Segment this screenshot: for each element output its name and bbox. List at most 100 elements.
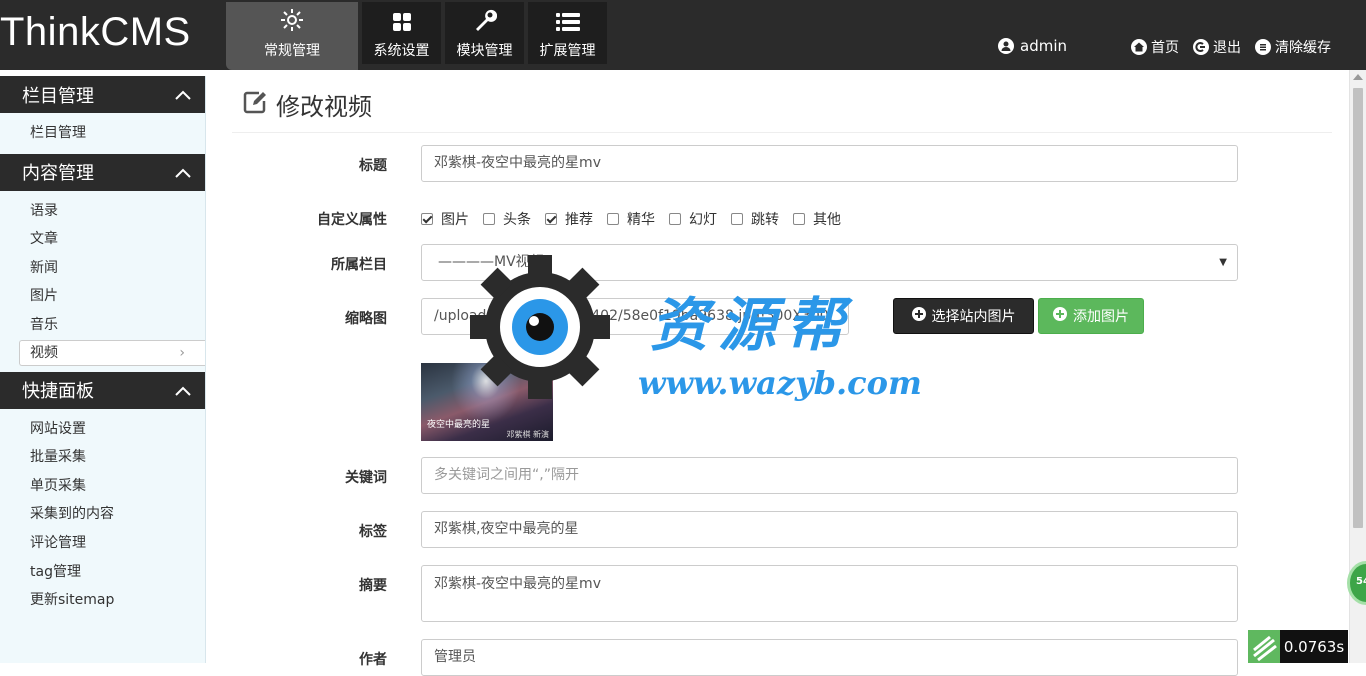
sidebar-item-site-settings[interactable]: 网站设置 [0,415,205,444]
list-icon [555,12,580,36]
checkbox[interactable] [669,213,681,225]
plus-circle-icon [1053,307,1067,325]
nav-extensions[interactable]: 扩展管理 [528,2,607,64]
nav-system[interactable]: 系统设置 [362,2,441,64]
add-image-button[interactable]: 添加图片 [1038,298,1144,334]
summary-textarea[interactable]: 邓紫棋-夜空中最亮的星mv [421,565,1238,622]
clear-cache-link[interactable]: 清除缓存 [1255,37,1331,57]
attr-checkbox-headline[interactable]: 头条 [483,209,531,229]
top-nav: 常规管理 系统设置 模块管理 扩展管理 [226,0,611,70]
sidebar-item-sitemap[interactable]: 更新sitemap [0,586,205,615]
sun-icon [280,8,304,36]
checkbox-label: 精华 [627,212,655,228]
tags-label: 标签 [359,524,387,540]
thumbnail-caption: 夜空中最亮的星 [427,420,491,430]
wrench-icon [473,8,497,36]
grid-icon [392,12,412,36]
sidebar-item-tags[interactable]: tag管理 [0,558,205,587]
sidebar-item-single-collect[interactable]: 单页采集 [0,472,205,501]
author-input[interactable]: 管理员 [421,639,1238,676]
sidebar-item-collected-content[interactable]: 采集到的内容 [0,500,205,529]
thumbnail-input[interactable]: /uploads/image/20170402/58e0f19ba9638.jp… [421,298,849,335]
sidebar-item-articles[interactable]: 文章 [0,225,205,254]
scrollbar-thumb[interactable] [1353,88,1363,528]
thumbnail-light [451,363,521,423]
checkbox[interactable] [731,213,743,225]
checkbox[interactable] [483,213,495,225]
sidebar-item-news[interactable]: 新闻 [0,254,205,283]
scroll-up-arrow-icon[interactable] [1353,74,1363,80]
list-circle-icon [1255,39,1271,55]
sidebar-section-header[interactable]: 快捷面板 [0,371,205,409]
sidebar-item-images[interactable]: 图片 [0,282,205,311]
checkbox-label: 头条 [503,212,531,228]
logout-link[interactable]: 退出 [1193,37,1241,57]
button-label: 选择站内图片 [931,309,1016,325]
chevron-up-icon [175,162,191,183]
sidebar-section-header[interactable]: 栏目管理 [0,76,205,113]
attr-checkbox-slide[interactable]: 幻灯 [669,209,717,229]
page-title: 修改视频 [276,92,372,121]
checkbox-label: 幻灯 [689,212,717,228]
select-site-image-button[interactable]: 选择站内图片 [893,298,1034,334]
checkbox[interactable] [545,213,557,225]
thumbnail-preview: 夜空中最亮的星 邓紫棋 新演 [421,363,553,441]
attr-checkbox-recommend[interactable]: 推荐 [545,209,593,229]
home-link[interactable]: 首页 [1131,37,1179,57]
logout-icon [1193,39,1209,55]
checkbox-label: 推荐 [565,212,593,228]
button-label: 添加图片 [1073,309,1129,325]
chevron-up-icon [175,84,191,105]
sidebar-item-batch-collect[interactable]: 批量采集 [0,443,205,472]
attr-checkbox-other[interactable]: 其他 [793,209,841,229]
logout-label: 退出 [1213,40,1241,56]
edit-icon [242,89,268,119]
category-label: 所属栏目 [331,257,387,273]
nav-label: 扩展管理 [539,43,596,59]
plus-circle-icon [911,307,926,325]
chevron-right-icon: › [179,344,185,361]
sidebar-item-label: 视频 [30,344,58,361]
checkbox-label: 图片 [441,212,469,228]
sidebar-section-body: 栏目管理 [0,113,205,154]
sidebar-item-column-manage[interactable]: 栏目管理 [0,119,205,148]
sidebar-item-music[interactable]: 音乐 [0,311,205,340]
user-menu[interactable]: admin [998,37,1067,55]
main-content: 修改视频 标题 邓紫棋-夜空中最亮的星mv 自定义属性 图片 头条 推荐 精华 … [232,76,1332,676]
sidebar-item-video[interactable]: 视频 › [19,339,205,366]
username: admin [1020,37,1067,55]
home-label: 首页 [1151,40,1179,56]
sidebar-item-comments[interactable]: 评论管理 [0,529,205,558]
sidebar-section-body: 网站设置 批量采集 单页采集 采集到的内容 评论管理 tag管理 更新sitem… [0,409,205,621]
top-bar: ThinkCMS 常规管理 系统设置 模块管理 扩展管理 admin 首页 退出… [0,0,1366,70]
attr-checkbox-featured[interactable]: 精华 [607,209,655,229]
nav-general[interactable]: 常规管理 [226,2,358,70]
checkbox-label: 其他 [813,212,841,228]
nav-label: 系统设置 [373,43,430,59]
checkbox[interactable] [607,213,619,225]
home-icon [1131,39,1147,55]
attributes-checkboxes: 图片 头条 推荐 精华 幻灯 跳转 其他 [421,209,855,229]
nav-modules[interactable]: 模块管理 [445,2,524,64]
app-logo[interactable]: ThinkCMS [0,10,191,55]
sidebar: 栏目管理 栏目管理 内容管理 语录 文章 新闻 图片 音乐 视频 › 快捷面板 … [0,76,206,663]
checkbox[interactable] [421,213,433,225]
section-title: 快捷面板 [22,381,94,403]
timer-value: 0.0763s [1280,630,1348,663]
clear-cache-label: 清除缓存 [1275,40,1331,56]
checkbox[interactable] [793,213,805,225]
sidebar-item-quotes[interactable]: 语录 [0,197,205,226]
attr-checkbox-redirect[interactable]: 跳转 [731,209,779,229]
checkbox-label: 跳转 [751,212,779,228]
debug-timer[interactable]: 0.0763s [1248,630,1348,663]
user-icon [998,38,1014,54]
thinkphp-logo-icon [1248,630,1280,663]
nav-label: 常规管理 [264,43,320,59]
tags-input[interactable]: 邓紫棋,夜空中最亮的星 [421,511,1238,548]
title-input[interactable]: 邓紫棋-夜空中最亮的星mv [421,145,1238,182]
category-select[interactable]: ————MV视频 ▼ [421,244,1238,281]
caret-down-icon: ▼ [1219,257,1227,268]
sidebar-section-header[interactable]: 内容管理 [0,153,205,191]
attr-checkbox-image[interactable]: 图片 [421,209,469,229]
keywords-input[interactable]: 多关键词之间用“,”隔开 [421,457,1238,494]
